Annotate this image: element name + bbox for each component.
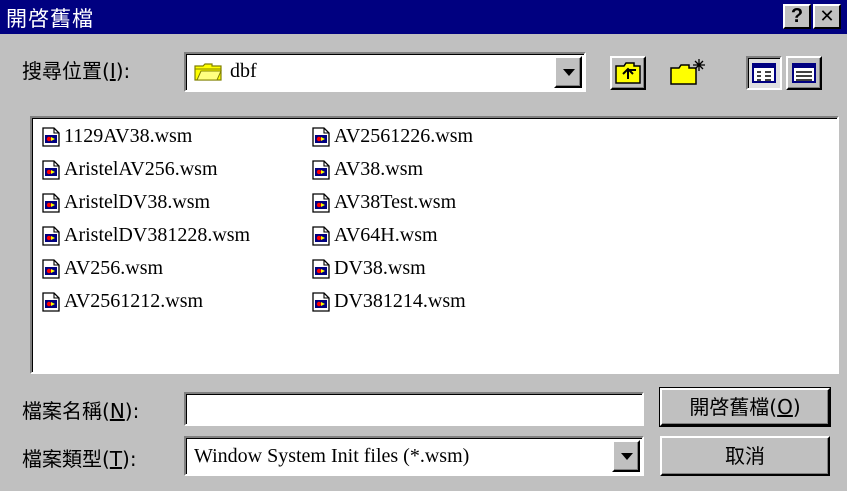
help-button[interactable]: ?	[783, 4, 811, 29]
wsm-file-icon	[312, 160, 330, 180]
file-name-text: AristelDV381228.wsm	[64, 224, 251, 246]
file-list-column-2: AV2561226.wsm AV38.wsm AV38Test.wsm AV64H.w…	[308, 124, 473, 322]
file-type-value: Window System Init files (*.wsm)	[194, 445, 470, 467]
cancel-button[interactable]: 取消	[660, 436, 830, 476]
wsm-file-icon	[42, 259, 60, 279]
file-item[interactable]: AristelAV256.wsm	[38, 157, 250, 190]
up-folder-button[interactable]	[610, 56, 646, 90]
wsm-file-icon	[312, 226, 330, 246]
file-type-select[interactable]: Window System Init files (*.wsm)	[184, 436, 644, 476]
file-name-label: 檔案名稱(N):	[22, 399, 140, 423]
file-item[interactable]: DV38.wsm	[308, 256, 473, 289]
list-view-button[interactable]	[746, 56, 782, 90]
file-name-text: AristelDV38.wsm	[64, 191, 211, 213]
close-button[interactable]: ✕	[813, 4, 841, 29]
list-view-icon	[752, 63, 776, 83]
look-in-value: dbf	[230, 60, 257, 82]
window-title: 開啓舊檔	[6, 7, 94, 31]
wsm-file-icon	[42, 226, 60, 246]
file-item[interactable]: 1129AV38.wsm	[38, 124, 250, 157]
file-list[interactable]: 1129AV38.wsm AristelAV256.wsm AristelDV38.…	[30, 116, 839, 374]
file-item[interactable]: AristelDV38.wsm	[38, 190, 250, 223]
wsm-file-icon	[42, 193, 60, 213]
file-item[interactable]: AV2561212.wsm	[38, 289, 250, 322]
file-item[interactable]: AV2561226.wsm	[308, 124, 473, 157]
file-item[interactable]: AV64H.wsm	[308, 223, 473, 256]
file-name-text: AV38.wsm	[334, 158, 424, 180]
wsm-file-icon	[312, 292, 330, 312]
open-file-dialog: 開啓舊檔 ? ✕ 搜尋位置(I): dbf 1129AV38.wsm Arist…	[0, 0, 847, 491]
file-name-text: AristelAV256.wsm	[64, 158, 218, 180]
wsm-file-icon	[42, 127, 60, 147]
file-name-text: DV381214.wsm	[334, 290, 466, 312]
file-name-text: AV38Test.wsm	[334, 191, 457, 213]
file-item[interactable]: AV38.wsm	[308, 157, 473, 190]
look-in-dropdown-button[interactable]	[554, 56, 582, 88]
file-name-text: AV64H.wsm	[334, 224, 438, 246]
new-folder-icon	[670, 59, 705, 85]
open-button[interactable]: 開啓舊檔(O)	[659, 387, 831, 427]
details-view-icon	[792, 63, 816, 83]
file-name-text: 1129AV38.wsm	[64, 125, 193, 147]
new-folder-button[interactable]	[668, 56, 708, 90]
details-view-button[interactable]	[786, 56, 822, 90]
up-folder-icon	[615, 62, 641, 84]
wsm-file-icon	[312, 259, 330, 279]
look-in-label: 搜尋位置(I):	[22, 59, 131, 83]
folder-icon	[194, 63, 222, 81]
wsm-file-icon	[312, 127, 330, 147]
file-name-text: AV2561212.wsm	[64, 290, 204, 312]
file-name-input[interactable]	[184, 392, 644, 426]
file-type-dropdown-button[interactable]	[612, 440, 640, 472]
file-list-column-1: 1129AV38.wsm AristelAV256.wsm AristelDV38.…	[38, 124, 250, 322]
file-item[interactable]: DV381214.wsm	[308, 289, 473, 322]
file-type-label: 檔案類型(T):	[22, 447, 137, 471]
file-name-text: DV38.wsm	[334, 257, 426, 279]
look-in-combo[interactable]: dbf	[184, 52, 586, 92]
file-item[interactable]: AV38Test.wsm	[308, 190, 473, 223]
file-item[interactable]: AristelDV381228.wsm	[38, 223, 250, 256]
file-name-text: AV2561226.wsm	[334, 125, 474, 147]
wsm-file-icon	[42, 160, 60, 180]
wsm-file-icon	[42, 292, 60, 312]
file-item[interactable]: AV256.wsm	[38, 256, 250, 289]
wsm-file-icon	[312, 193, 330, 213]
file-name-text: AV256.wsm	[64, 257, 164, 279]
title-bar[interactable]: 開啓舊檔 ? ✕	[0, 0, 847, 34]
